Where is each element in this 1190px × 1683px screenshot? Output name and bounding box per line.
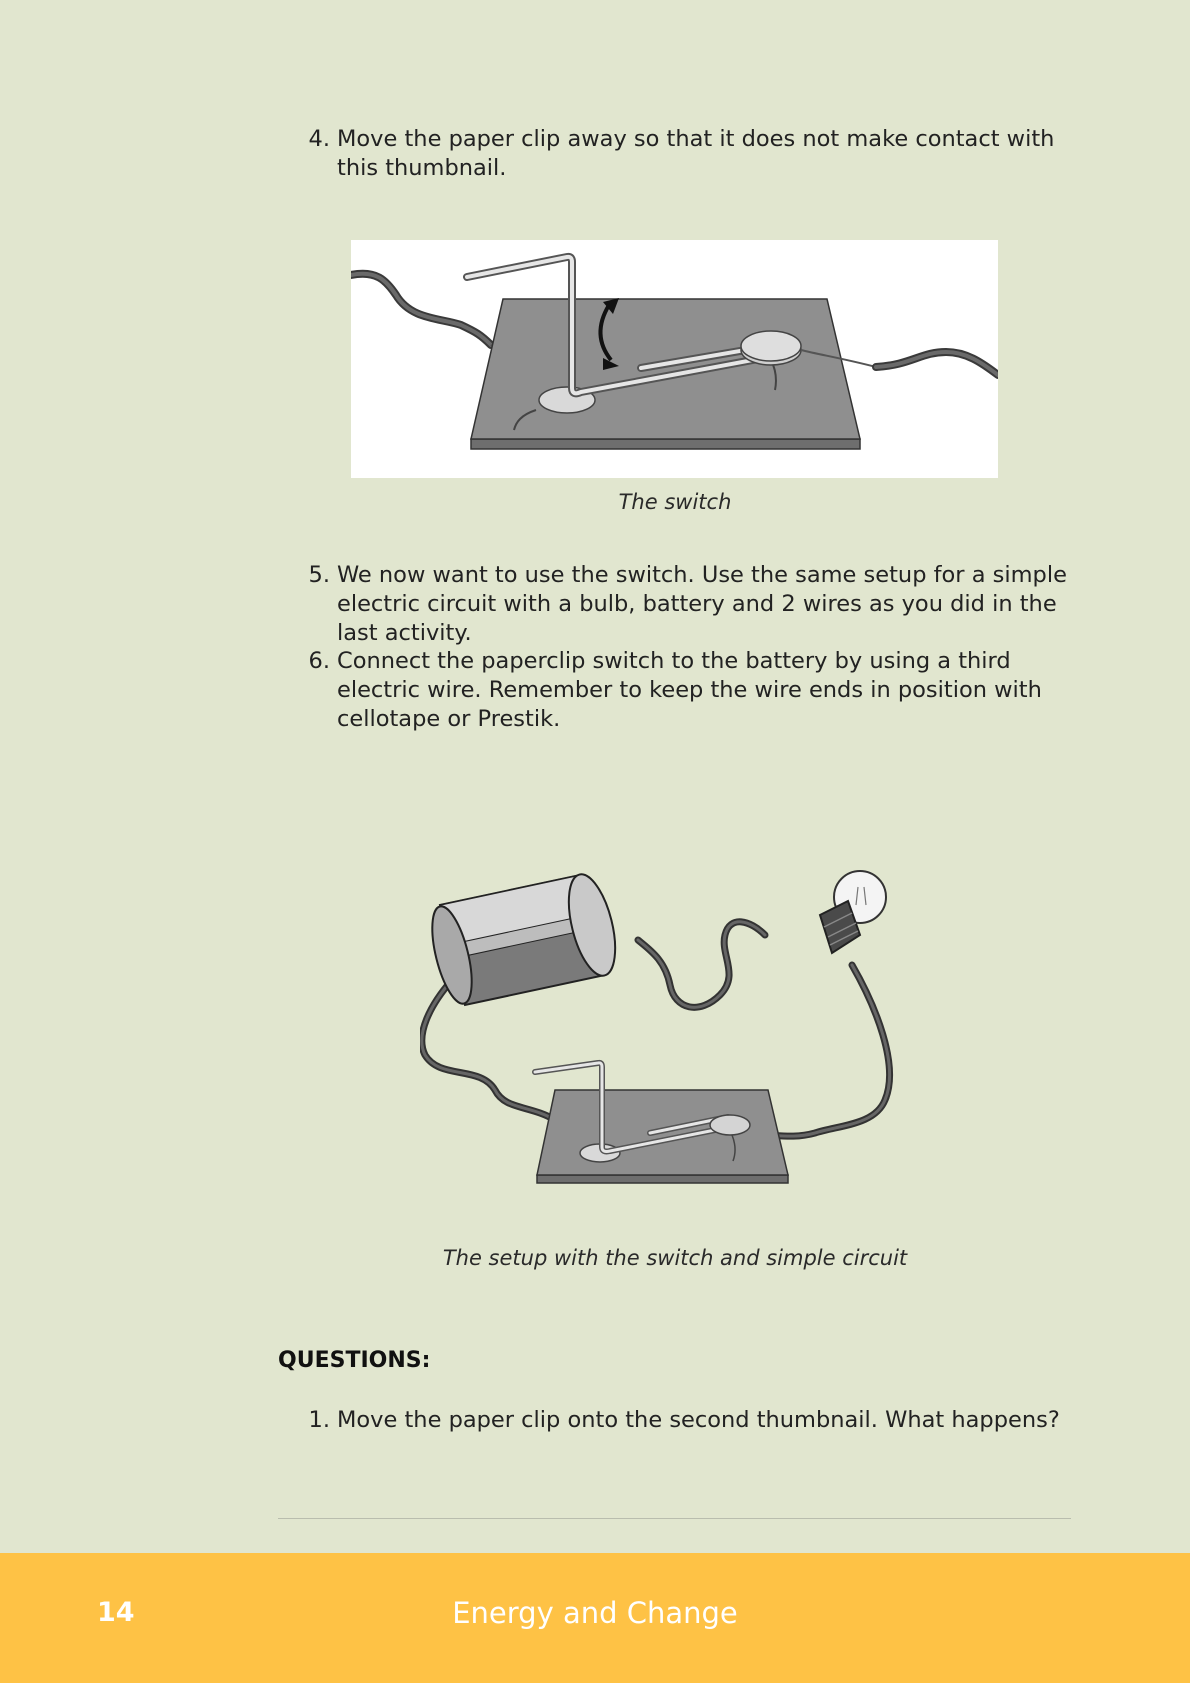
battery-icon [431,873,617,1007]
figure-caption-setup: The setup with the switch and simple cir… [442,1246,908,1270]
instruction-step: 4. Move the paper clip away so that it d… [300,125,1070,183]
step-text: Connect the paperclip switch to the batt… [337,648,1042,732]
step-number: 4. [308,126,330,152]
answer-line [278,1518,1071,1519]
instruction-step: 6. Connect the paperclip switch to the b… [300,647,1070,734]
questions-heading: QUESTIONS: [278,1348,431,1373]
step-number: 6. [308,648,330,674]
figure-caption-switch: The switch [618,490,732,514]
circuit-setup-illustration [420,870,894,1184]
switch-illustration [351,240,998,478]
question-number: 1. [308,1407,330,1433]
question-item: 1. Move the paper clip onto the second t… [300,1406,1070,1435]
question-text: Move the paper clip onto the second thum… [337,1407,1060,1433]
footer-title: Energy and Change [452,1596,738,1630]
footer-band: 14 Energy and Change [0,1553,1190,1683]
step-text: We now want to use the switch. Use the s… [337,562,1067,646]
bulb-icon [818,870,887,955]
step-text: Move the paper clip away so that it does… [337,126,1055,181]
instruction-step: 5. We now want to use the switch. Use th… [300,561,1070,648]
step-number: 5. [308,562,330,588]
